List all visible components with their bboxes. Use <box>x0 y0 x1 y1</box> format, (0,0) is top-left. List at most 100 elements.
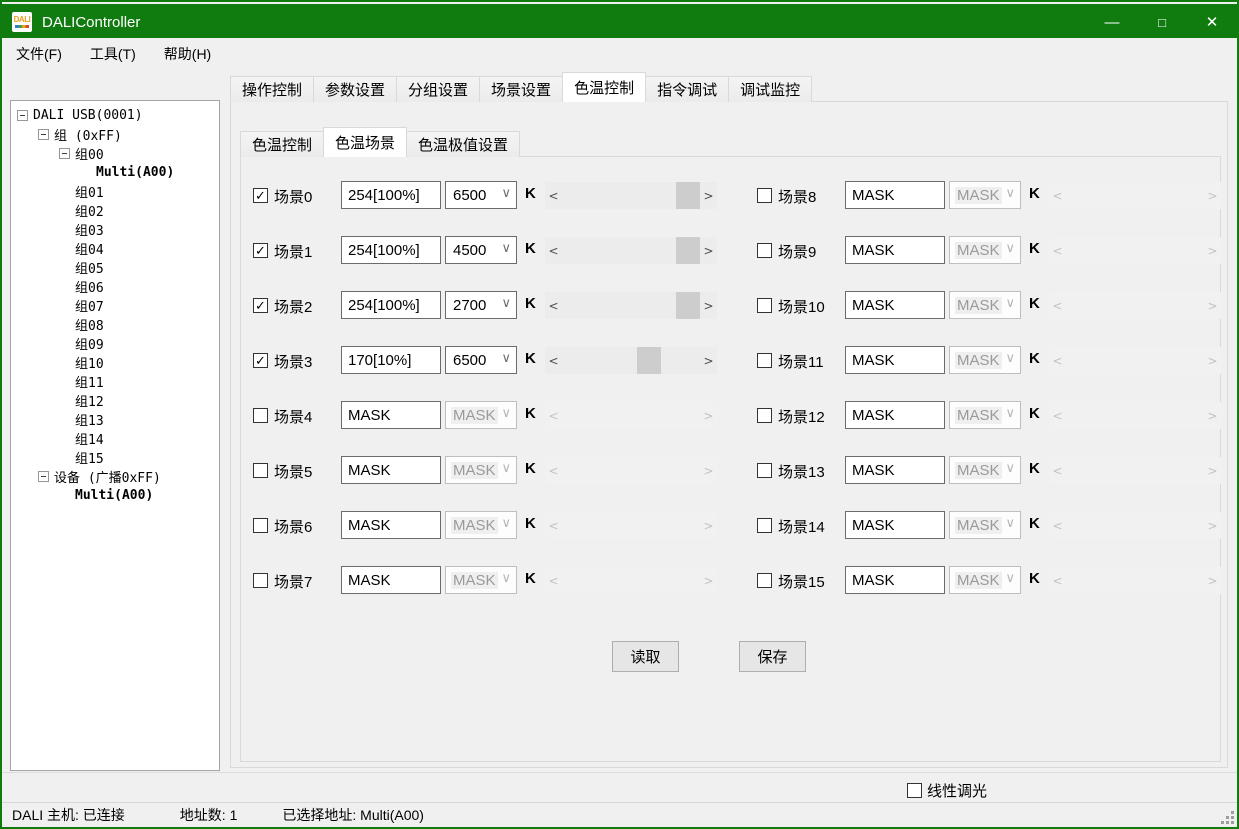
scene-level-input[interactable] <box>845 511 945 539</box>
scene-scrollbar[interactable]: < > <box>1049 292 1221 319</box>
scene-level-input[interactable] <box>845 456 945 484</box>
scene-checkbox[interactable] <box>757 518 772 533</box>
tree-item[interactable]: 组13 <box>11 410 219 429</box>
scrollbar-left-arrow[interactable]: < <box>1049 347 1066 374</box>
tree-item[interactable]: 组08 <box>11 315 219 334</box>
device-tree[interactable]: DALI USB(0001)组 (0xFF)组00Multi(A00)组01组0… <box>10 100 220 771</box>
scene-level-input[interactable] <box>845 236 945 264</box>
scrollbar-thumb[interactable] <box>676 237 700 264</box>
resize-grip[interactable] <box>1231 821 1234 824</box>
scrollbar-left-arrow[interactable]: < <box>1049 402 1066 429</box>
scrollbar-right-arrow[interactable]: > <box>700 512 717 539</box>
scrollbar-left-arrow[interactable]: < <box>545 402 562 429</box>
scene-level-input[interactable] <box>341 401 441 429</box>
tab-debug-monitor[interactable]: 调试监控 <box>728 76 812 102</box>
scrollbar-thumb[interactable] <box>676 182 700 209</box>
scene-kelvin-select[interactable]: MASK ∨ <box>949 401 1021 429</box>
scrollbar-right-arrow[interactable]: > <box>1204 182 1221 209</box>
scene-scrollbar[interactable]: < > <box>1049 347 1221 374</box>
scene-kelvin-select[interactable]: MASK ∨ <box>949 236 1021 264</box>
scene-scrollbar[interactable]: < > <box>1049 457 1221 484</box>
scrollbar-right-arrow[interactable]: > <box>700 402 717 429</box>
tree-item[interactable]: 组14 <box>11 429 219 448</box>
checkbox-icon[interactable] <box>907 783 922 798</box>
scrollbar-thumb[interactable] <box>637 347 661 374</box>
scene-level-input[interactable] <box>341 291 441 319</box>
scrollbar-thumb[interactable] <box>676 292 700 319</box>
tree-collapse-icon[interactable] <box>59 148 70 159</box>
scene-checkbox[interactable] <box>757 573 772 588</box>
scene-scrollbar[interactable]: < > <box>545 237 717 264</box>
scene-checkbox[interactable] <box>757 298 772 313</box>
tree-item[interactable]: 组04 <box>11 239 219 258</box>
scene-kelvin-select[interactable]: MASK ∨ <box>445 456 517 484</box>
scrollbar-left-arrow[interactable]: < <box>545 457 562 484</box>
scrollbar-left-arrow[interactable]: < <box>1049 567 1066 594</box>
scene-checkbox[interactable]: ✓ <box>253 243 268 258</box>
scrollbar-left-arrow[interactable]: < <box>545 237 562 264</box>
scrollbar-right-arrow[interactable]: > <box>1204 512 1221 539</box>
scene-level-input[interactable] <box>341 346 441 374</box>
tree-item[interactable]: 组06 <box>11 277 219 296</box>
tree-item[interactable]: 设备 (广播0xFF) <box>11 467 219 486</box>
scrollbar-left-arrow[interactable]: < <box>1049 457 1066 484</box>
menu-tools[interactable]: 工具(T) <box>76 38 150 70</box>
scene-level-input[interactable] <box>341 566 441 594</box>
save-button[interactable]: 保存 <box>739 641 806 672</box>
scene-kelvin-select[interactable]: MASK ∨ <box>949 456 1021 484</box>
scene-checkbox[interactable] <box>253 518 268 533</box>
tab-color-temp-control[interactable]: 色温控制 <box>562 72 646 102</box>
scrollbar-right-arrow[interactable]: > <box>700 457 717 484</box>
scene-scrollbar[interactable]: < > <box>1049 237 1221 264</box>
scene-scrollbar[interactable]: < > <box>545 182 717 209</box>
scrollbar-right-arrow[interactable]: > <box>1204 347 1221 374</box>
tab-operation-control[interactable]: 操作控制 <box>230 76 314 102</box>
scene-checkbox[interactable]: ✓ <box>253 298 268 313</box>
scene-scrollbar[interactable]: < > <box>545 457 717 484</box>
scrollbar-left-arrow[interactable]: < <box>1049 237 1066 264</box>
scrollbar-right-arrow[interactable]: > <box>1204 567 1221 594</box>
scene-level-input[interactable] <box>845 181 945 209</box>
subtab-color-temp-control[interactable]: 色温控制 <box>240 131 324 157</box>
subtab-color-temp-scene[interactable]: 色温场景 <box>323 127 407 157</box>
tree-item[interactable]: Multi(A00) <box>11 163 219 182</box>
scrollbar-left-arrow[interactable]: < <box>545 292 562 319</box>
tree-item[interactable]: Multi(A00) <box>11 486 219 505</box>
read-button[interactable]: 读取 <box>612 641 679 672</box>
maximize-button[interactable]: □ <box>1137 4 1187 40</box>
linear-dimming-checkbox[interactable]: 线性调光 <box>907 780 987 801</box>
tree-item[interactable]: 组11 <box>11 372 219 391</box>
scrollbar-left-arrow[interactable]: < <box>1049 292 1066 319</box>
tab-parameter-settings[interactable]: 参数设置 <box>313 76 397 102</box>
scrollbar-left-arrow[interactable]: < <box>1049 512 1066 539</box>
tree-item[interactable]: 组07 <box>11 296 219 315</box>
menu-help[interactable]: 帮助(H) <box>150 38 225 70</box>
scene-kelvin-select[interactable]: MASK ∨ <box>445 401 517 429</box>
scene-checkbox[interactable] <box>757 353 772 368</box>
scene-level-input[interactable] <box>341 181 441 209</box>
tab-group-settings[interactable]: 分组设置 <box>396 76 480 102</box>
tree-item[interactable]: 组03 <box>11 220 219 239</box>
scrollbar-right-arrow[interactable]: > <box>1204 457 1221 484</box>
scrollbar-left-arrow[interactable]: < <box>545 347 562 374</box>
scrollbar-right-arrow[interactable]: > <box>700 182 717 209</box>
scene-level-input[interactable] <box>845 346 945 374</box>
tree-item[interactable]: 组01 <box>11 182 219 201</box>
scene-scrollbar[interactable]: < > <box>545 402 717 429</box>
minimize-button[interactable]: — <box>1087 4 1137 40</box>
scene-scrollbar[interactable]: < > <box>545 292 717 319</box>
scrollbar-right-arrow[interactable]: > <box>1204 402 1221 429</box>
tree-item[interactable]: 组00 <box>11 144 219 163</box>
tree-collapse-icon[interactable] <box>38 471 49 482</box>
scrollbar-right-arrow[interactable]: > <box>1204 237 1221 264</box>
scrollbar-left-arrow[interactable]: < <box>545 182 562 209</box>
scene-kelvin-select[interactable]: MASK ∨ <box>949 511 1021 539</box>
scene-kelvin-select[interactable]: 6500 ∨ <box>445 346 517 374</box>
scene-checkbox[interactable] <box>757 243 772 258</box>
tree-item[interactable]: 组 (0xFF) <box>11 125 219 144</box>
scene-kelvin-select[interactable]: 4500 ∨ <box>445 236 517 264</box>
scene-kelvin-select[interactable]: 2700 ∨ <box>445 291 517 319</box>
scene-scrollbar[interactable]: < > <box>545 512 717 539</box>
scene-checkbox[interactable] <box>253 573 268 588</box>
scene-level-input[interactable] <box>845 566 945 594</box>
